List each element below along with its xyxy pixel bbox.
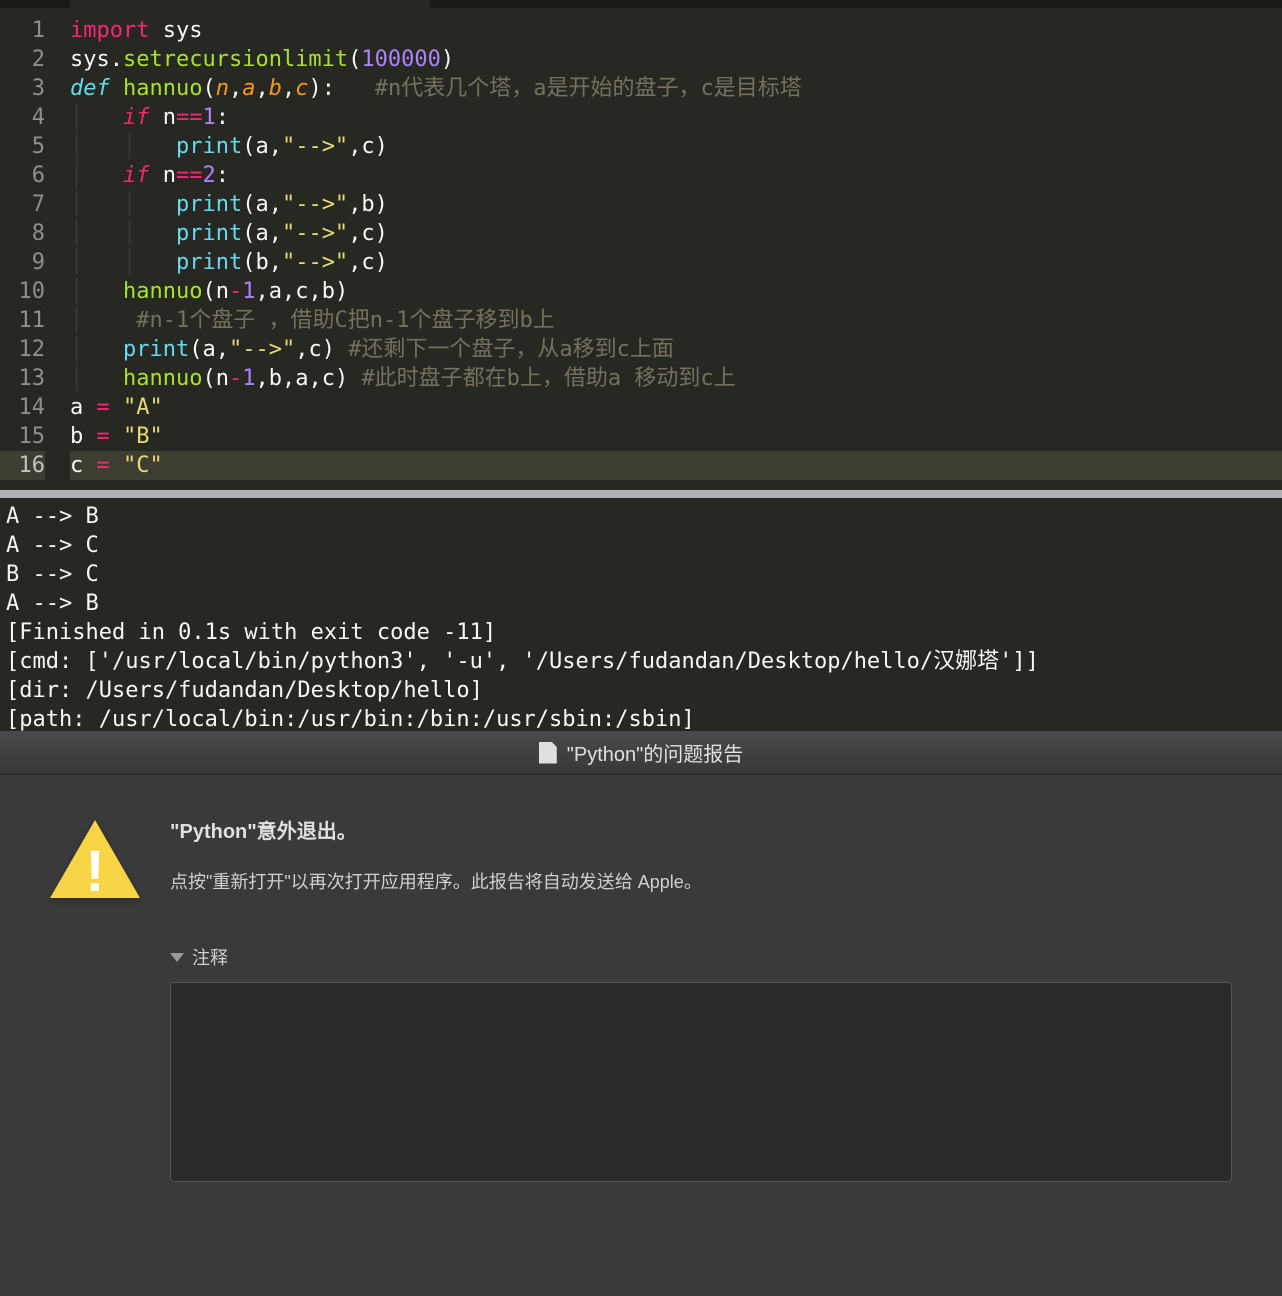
crash-report-dialog: "Python"的问题报告 "Python"意外退出。 点按"重新打开"以再次打…: [0, 731, 1282, 1296]
line-number: 8: [0, 219, 45, 248]
notes-label: 注释: [192, 944, 228, 970]
disclosure-triangle-icon: [170, 953, 184, 962]
dialog-titlebar[interactable]: "Python"的问题报告: [0, 731, 1282, 775]
line-number: 12: [0, 335, 45, 364]
code-line[interactable]: │ │ print(a,"-->",c): [70, 219, 1282, 248]
line-number: 10: [0, 277, 45, 306]
line-number: 15: [0, 422, 45, 451]
code-line[interactable]: sys.setrecursionlimit(100000): [70, 45, 1282, 74]
warning-icon: [50, 820, 140, 902]
line-number: 9: [0, 248, 45, 277]
code-container: 12345678910111213141516 import syssys.se…: [0, 8, 1282, 480]
code-line[interactable]: import sys: [70, 16, 1282, 45]
code-line[interactable]: │ #n-1个盘子 ，借助C把n-1个盘子移到b上: [70, 306, 1282, 335]
line-number: 4: [0, 103, 45, 132]
line-number: 16: [0, 451, 45, 480]
code-editor[interactable]: 12345678910111213141516 import syssys.se…: [0, 0, 1282, 490]
dialog-title: "Python"的问题报告: [567, 738, 743, 767]
code-line[interactable]: │ │ print(a,"-->",c): [70, 132, 1282, 161]
notes-disclosure[interactable]: 注释: [170, 944, 1232, 970]
code-line[interactable]: c = "C": [70, 451, 1282, 480]
line-number: 3: [0, 74, 45, 103]
code-line[interactable]: │ hannuo(n-1,a,c,b): [70, 277, 1282, 306]
line-number: 11: [0, 306, 45, 335]
active-tab[interactable]: [70, 0, 430, 8]
line-number: 13: [0, 364, 45, 393]
code-line[interactable]: b = "B": [70, 422, 1282, 451]
crash-message: 点按"重新打开"以再次打开应用程序。此报告将自动发送给 Apple。: [170, 868, 1232, 894]
line-number: 1: [0, 16, 45, 45]
notes-textarea[interactable]: [170, 982, 1232, 1182]
line-number: 5: [0, 132, 45, 161]
crash-content: "Python"意外退出。 点按"重新打开"以再次打开应用程序。此报告将自动发送…: [170, 815, 1232, 1182]
dialog-body: "Python"意外退出。 点按"重新打开"以再次打开应用程序。此报告将自动发送…: [0, 775, 1282, 1202]
code-line[interactable]: a = "A": [70, 393, 1282, 422]
code-line[interactable]: │ │ print(a,"-->",b): [70, 190, 1282, 219]
line-number: 2: [0, 45, 45, 74]
line-number: 6: [0, 161, 45, 190]
code-line[interactable]: │ print(a,"-->",c) #还剩下一个盘子，从a移到c上面: [70, 335, 1282, 364]
code-line[interactable]: def hannuo(n,a,b,c): #n代表几个塔，a是开始的盘子，c是目…: [70, 74, 1282, 103]
crash-heading: "Python"意外退出。: [170, 815, 1232, 844]
line-number: 7: [0, 190, 45, 219]
build-output-panel[interactable]: A --> B A --> C B --> C A --> B [Finishe…: [0, 498, 1282, 731]
document-icon: [539, 742, 557, 764]
code-content[interactable]: import syssys.setrecursionlimit(100000)d…: [70, 16, 1282, 480]
line-gutter: 12345678910111213141516: [0, 16, 70, 480]
tab-bar: [0, 0, 1282, 8]
code-line[interactable]: │ if n==2:: [70, 161, 1282, 190]
code-line[interactable]: │ if n==1:: [70, 103, 1282, 132]
code-line[interactable]: │ hannuo(n-1,b,a,c) #此时盘子都在b上，借助a 移动到c上: [70, 364, 1282, 393]
panel-divider[interactable]: [0, 490, 1282, 498]
line-number: 14: [0, 393, 45, 422]
code-line[interactable]: │ │ print(b,"-->",c): [70, 248, 1282, 277]
